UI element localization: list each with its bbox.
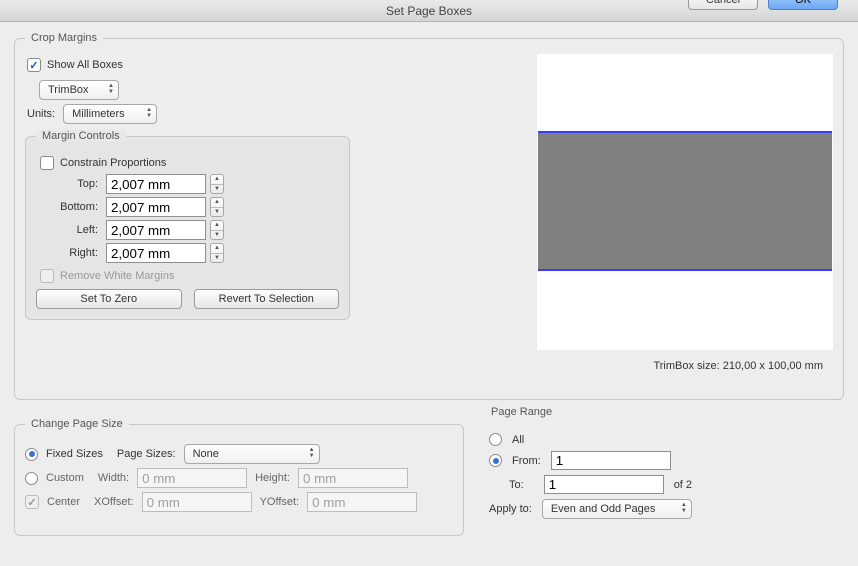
trimbox-overlay — [538, 131, 832, 271]
height-label: Height: — [255, 472, 290, 484]
crop-margins-legend: Crop Margins — [25, 32, 103, 44]
range-all-radio[interactable] — [489, 433, 502, 446]
range-from-input[interactable] — [551, 451, 671, 470]
show-all-boxes-checkbox[interactable] — [27, 58, 41, 72]
page-range-group: Page Range All From: To: of 2 Apply to: … — [475, 406, 810, 546]
fixed-sizes-label: Fixed Sizes — [46, 448, 103, 460]
margin-right-label: Right: — [36, 247, 106, 259]
select-arrows-icon: ▲▼ — [146, 107, 152, 119]
constrain-proportions-checkbox[interactable] — [40, 156, 54, 170]
yoffset-input — [307, 492, 417, 512]
range-to-input[interactable] — [544, 475, 664, 494]
xoffset-label: XOffset: — [94, 496, 134, 508]
width-label: Width: — [98, 472, 129, 484]
units-label: Units: — [27, 108, 55, 120]
select-arrows-icon: ▲▼ — [681, 502, 687, 514]
box-type-value: TrimBox — [48, 84, 89, 96]
ok-button[interactable]: OK — [768, 0, 838, 10]
center-label: Center — [47, 496, 80, 508]
units-select[interactable]: Millimeters ▲▼ — [63, 104, 157, 124]
width-input — [137, 468, 247, 488]
range-all-label: All — [512, 434, 524, 446]
box-type-select[interactable]: TrimBox ▲▼ — [39, 80, 119, 100]
page-range-legend: Page Range — [485, 406, 558, 418]
center-checkbox — [25, 495, 39, 509]
fixed-sizes-radio[interactable] — [25, 448, 38, 461]
margin-top-stepper[interactable]: ▲▼ — [210, 174, 224, 194]
xoffset-input — [142, 492, 252, 512]
select-arrows-icon: ▲▼ — [309, 447, 315, 459]
page-sizes-value: None — [193, 448, 219, 460]
range-from-label: From: — [512, 455, 541, 467]
margin-left-stepper[interactable]: ▲▼ — [210, 220, 224, 240]
apply-to-value: Even and Odd Pages — [551, 503, 656, 515]
remove-white-margins-label: Remove White Margins — [60, 270, 174, 282]
change-page-size-group: Change Page Size Fixed Sizes Page Sizes:… — [14, 418, 464, 536]
margin-bottom-label: Bottom: — [36, 201, 106, 213]
revert-to-selection-button[interactable]: Revert To Selection — [194, 289, 340, 309]
page-preview — [537, 54, 833, 350]
cancel-button[interactable]: Cancel — [688, 0, 758, 10]
margin-top-input[interactable] — [106, 174, 206, 194]
crop-margins-group: Crop Margins Show All Boxes TrimBox ▲▼ U… — [14, 32, 844, 400]
margin-controls-legend: Margin Controls — [36, 130, 126, 142]
margin-right-input[interactable] — [106, 243, 206, 263]
range-to-label: To: — [509, 479, 524, 491]
margin-left-input[interactable] — [106, 220, 206, 240]
margin-left-label: Left: — [36, 224, 106, 236]
margin-top-label: Top: — [36, 178, 106, 190]
page-sizes-select[interactable]: None ▲▼ — [184, 444, 320, 464]
show-all-boxes-label: Show All Boxes — [47, 59, 123, 71]
select-arrows-icon: ▲▼ — [108, 83, 114, 95]
margin-right-stepper[interactable]: ▲▼ — [210, 243, 224, 263]
margin-bottom-input[interactable] — [106, 197, 206, 217]
remove-white-margins-checkbox — [40, 269, 54, 283]
apply-to-select[interactable]: Even and Odd Pages ▲▼ — [542, 499, 692, 519]
constrain-proportions-label: Constrain Proportions — [60, 157, 166, 169]
apply-to-label: Apply to: — [489, 503, 532, 515]
page-sizes-label: Page Sizes: — [117, 448, 176, 460]
custom-label: Custom — [46, 472, 84, 484]
set-to-zero-button[interactable]: Set To Zero — [36, 289, 182, 309]
change-page-size-legend: Change Page Size — [25, 418, 129, 430]
units-value: Millimeters — [72, 108, 125, 120]
custom-radio[interactable] — [25, 472, 38, 485]
margin-bottom-stepper[interactable]: ▲▼ — [210, 197, 224, 217]
margin-controls-group: Margin Controls Constrain Proportions To… — [25, 130, 350, 320]
height-input — [298, 468, 408, 488]
range-from-radio[interactable] — [489, 454, 502, 467]
trimbox-size-label: TrimBox size: 210,00 x 100,00 mm — [653, 360, 823, 372]
yoffset-label: YOffset: — [260, 496, 300, 508]
range-of-label: of 2 — [674, 479, 692, 491]
